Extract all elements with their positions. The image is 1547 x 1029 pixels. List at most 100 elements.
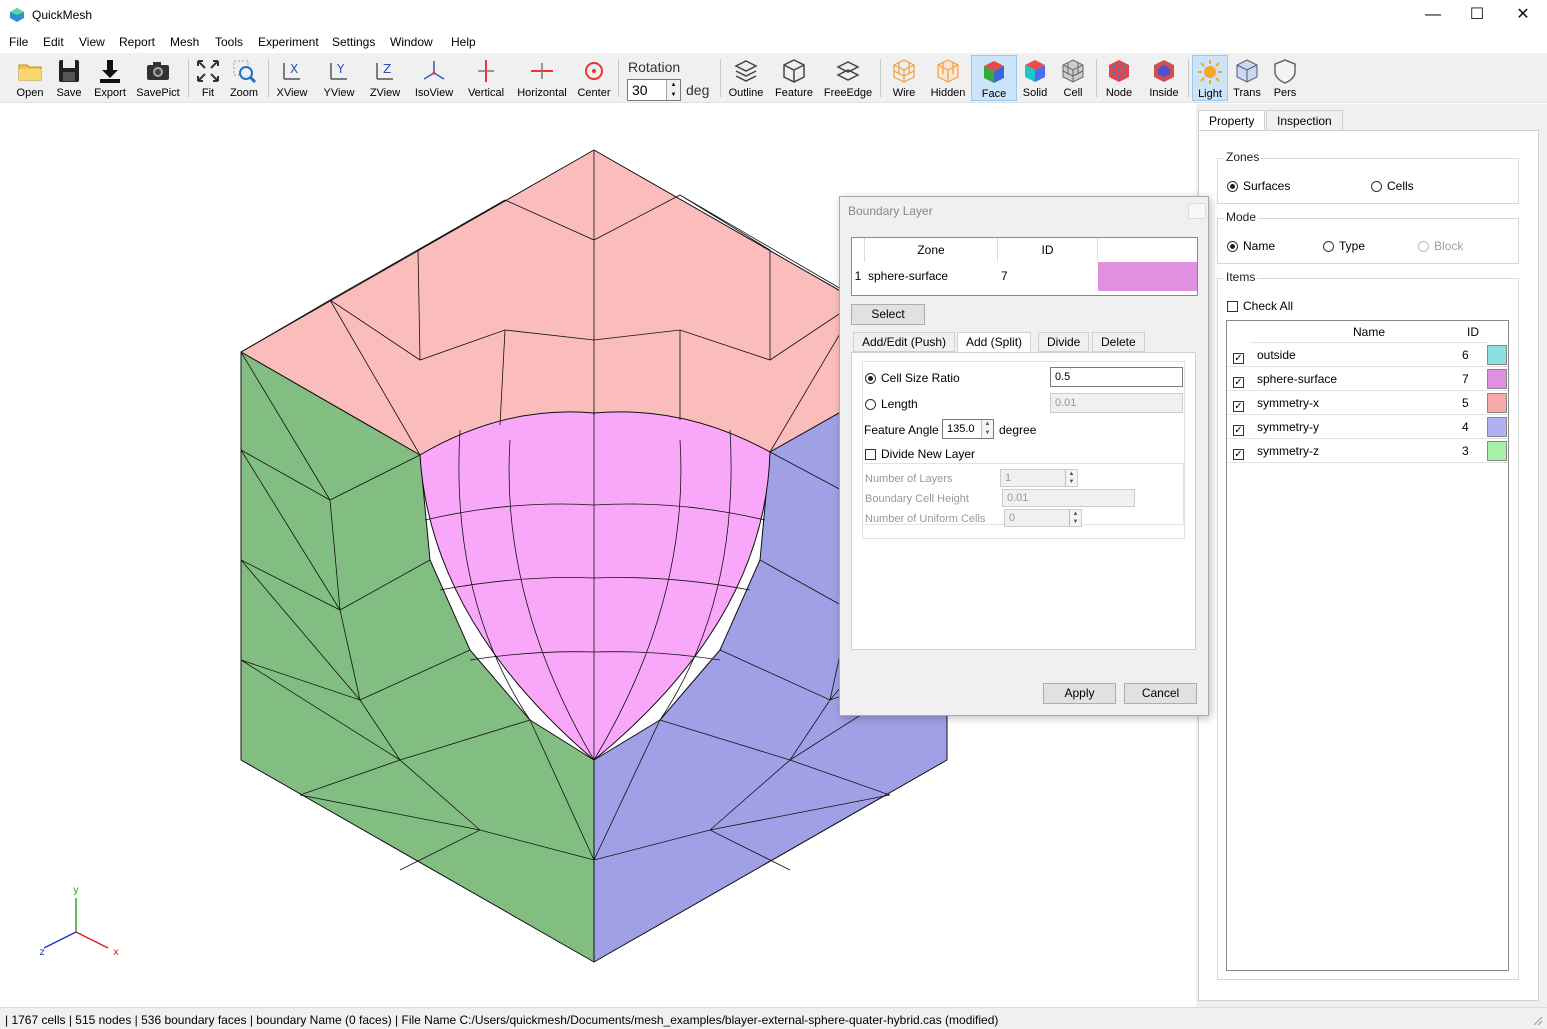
length-radio[interactable]: Length — [865, 397, 918, 411]
sun-icon — [1198, 60, 1222, 84]
menu-tools[interactable]: Tools — [215, 35, 243, 49]
feature-button[interactable]: Feature — [772, 55, 816, 101]
light-button[interactable]: Light — [1192, 55, 1228, 101]
rotation-spinner[interactable]: ▲ ▼ — [666, 80, 680, 100]
free-edge-button[interactable]: FreeEdge — [822, 55, 874, 101]
outline-button[interactable]: Outline — [726, 55, 766, 101]
menu-edit[interactable]: Edit — [43, 35, 64, 49]
rotation-input[interactable]: 30 ▲ ▼ — [627, 79, 681, 101]
tab-add-edit-push[interactable]: Add/Edit (Push) — [853, 332, 956, 352]
row-checkbox[interactable]: ✓ — [1233, 353, 1244, 364]
tab-divide[interactable]: Divide — [1038, 332, 1090, 352]
zone-column-header[interactable]: Zone — [864, 238, 998, 262]
menu-mesh[interactable]: Mesh — [170, 35, 199, 49]
horizontal-button[interactable]: Horizontal — [514, 55, 570, 101]
apply-button[interactable]: Apply — [1043, 683, 1116, 704]
minimize-button[interactable]: — — [1418, 4, 1448, 26]
cells-radio[interactable]: Cells — [1371, 179, 1414, 193]
iso-view-button[interactable]: IsoView — [412, 55, 456, 101]
cell-button[interactable]: Cell — [1058, 55, 1088, 101]
center-button[interactable]: Center — [576, 55, 612, 101]
row-color-swatch[interactable] — [1487, 369, 1507, 389]
zone-table[interactable]: Zone ID 1 sphere-surface 7 — [851, 237, 1198, 296]
menu-experiment[interactable]: Experiment — [258, 35, 319, 49]
z-view-button[interactable]: Z ZView — [366, 55, 404, 101]
feature-angle-spinner[interactable]: ▲ ▼ — [981, 420, 993, 438]
tab-add-split[interactable]: Add (Split) — [957, 332, 1032, 353]
row-checkbox[interactable]: ✓ — [1233, 377, 1244, 388]
column-header-name[interactable]: Name — [1251, 321, 1487, 343]
export-button[interactable]: Export — [92, 55, 128, 101]
menu-report[interactable]: Report — [119, 35, 155, 49]
zoom-button[interactable]: Zoom — [228, 55, 260, 101]
shield-icon — [1274, 59, 1296, 84]
node-button[interactable]: Node — [1102, 55, 1136, 101]
floppy-disk-icon — [59, 60, 79, 82]
number-of-layers-label: Number of Layers — [865, 473, 953, 485]
zone-id-cell[interactable]: 7 — [1001, 262, 1097, 291]
save-button[interactable]: Save — [52, 55, 86, 101]
toolbar-separator — [1188, 59, 1189, 97]
face-button[interactable]: Face — [971, 55, 1017, 101]
menu-file[interactable]: File — [9, 35, 28, 49]
row-name: symmetry-y — [1257, 420, 1319, 434]
row-color-swatch[interactable] — [1487, 393, 1507, 413]
row-number: 1 — [854, 269, 862, 283]
y-axis-label: y — [73, 885, 79, 896]
row-color-swatch[interactable] — [1487, 441, 1507, 461]
zone-cell[interactable]: sphere-surface — [868, 262, 998, 291]
save-picture-button[interactable]: SavePict — [136, 55, 180, 101]
perspective-button[interactable]: Pers — [1268, 55, 1302, 101]
name-radio[interactable]: Name — [1227, 239, 1275, 253]
menu-help[interactable]: Help — [451, 35, 476, 49]
divide-new-layer-checkbox[interactable]: Divide New Layer — [865, 447, 975, 461]
id-column-header[interactable]: ID — [998, 238, 1098, 262]
solid-button[interactable]: Solid — [1020, 55, 1050, 101]
vertical-button[interactable]: Vertical — [464, 55, 508, 101]
number-of-layers-input: 1 ▲ ▼ — [1000, 469, 1078, 487]
table-row[interactable]: ✓ sphere-surface 7 — [1227, 367, 1508, 391]
row-checkbox[interactable]: ✓ — [1233, 401, 1244, 412]
fit-arrows-icon — [197, 60, 219, 82]
tab-property[interactable]: Property — [1198, 110, 1266, 132]
hidden-button[interactable]: Hidden — [928, 55, 968, 101]
y-view-button[interactable]: Y YView — [320, 55, 358, 101]
items-table[interactable]: Name ID ✓ outside 6 ✓ sphere-surface 7 ✓… — [1226, 320, 1509, 971]
row-color-swatch[interactable] — [1487, 417, 1507, 437]
table-row[interactable]: ✓ symmetry-y 4 — [1227, 415, 1508, 439]
maximize-button[interactable]: ☐ — [1462, 4, 1492, 26]
table-row[interactable]: ✓ outside 6 — [1227, 343, 1508, 367]
table-row[interactable]: ✓ symmetry-x 5 — [1227, 391, 1508, 415]
inside-button[interactable]: Inside — [1144, 55, 1184, 101]
cell-size-ratio-radio[interactable]: Cell Size Ratio — [865, 371, 960, 385]
column-header-id[interactable]: ID — [1463, 321, 1483, 343]
check-all-checkbox[interactable]: Check All — [1227, 299, 1293, 313]
cancel-button[interactable]: Cancel — [1124, 683, 1197, 704]
row-checkbox[interactable]: ✓ — [1233, 425, 1244, 436]
fit-button[interactable]: Fit — [194, 55, 222, 101]
row-color-swatch[interactable] — [1487, 345, 1507, 365]
type-radio[interactable]: Type — [1323, 239, 1365, 253]
cell-size-ratio-input[interactable]: 0.5 — [1050, 367, 1183, 387]
app-logo-icon — [10, 8, 24, 22]
zone-color-cell[interactable] — [1098, 262, 1197, 291]
menu-view[interactable]: View — [79, 35, 105, 49]
tab-inspection[interactable]: Inspection — [1266, 110, 1343, 132]
table-row[interactable]: ✓ symmetry-z 3 — [1227, 439, 1508, 463]
isometric-axes-icon — [423, 61, 445, 80]
row-checkbox[interactable]: ✓ — [1233, 449, 1244, 460]
wire-button[interactable]: Wire — [886, 55, 922, 101]
resize-grip-icon[interactable] — [1533, 1016, 1543, 1026]
select-button[interactable]: Select — [851, 304, 925, 325]
menu-window[interactable]: Window — [390, 35, 433, 49]
feature-angle-input[interactable]: 135.0 ▲ ▼ — [942, 419, 994, 439]
dialog-close-button[interactable] — [1188, 203, 1206, 219]
open-button[interactable]: Open — [12, 55, 48, 101]
menu-settings[interactable]: Settings — [332, 35, 375, 49]
trans-button[interactable]: Trans — [1230, 55, 1264, 101]
wire-cube-icon — [893, 59, 915, 83]
surfaces-radio[interactable]: Surfaces — [1227, 179, 1290, 193]
close-button[interactable]: ✕ — [1508, 4, 1538, 26]
tab-delete[interactable]: Delete — [1092, 332, 1145, 352]
x-view-button[interactable]: X XView — [274, 55, 310, 101]
